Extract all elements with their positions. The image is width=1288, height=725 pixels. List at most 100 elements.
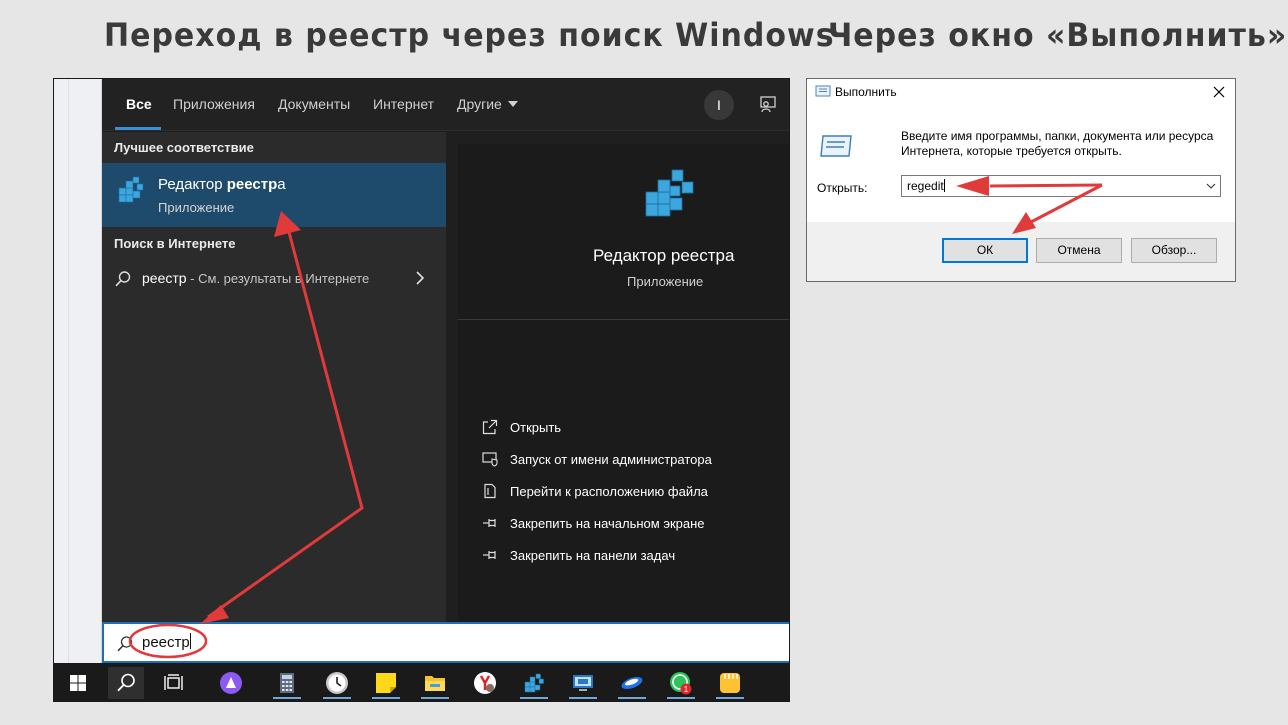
pin-icon bbox=[483, 551, 496, 559]
caret-down-icon bbox=[507, 101, 518, 107]
taskbar-remote-desktop[interactable] bbox=[565, 667, 601, 699]
run-command-input[interactable]: regedit bbox=[901, 175, 1221, 197]
tab-documents[interactable]: Документы bbox=[278, 96, 350, 112]
detail-subtitle: Приложение bbox=[627, 274, 704, 289]
taskbar-notes-app[interactable] bbox=[712, 667, 748, 699]
best-match-header: Лучшее соответствие bbox=[114, 140, 254, 155]
windows-search-screenshot: Все Приложения Документы Интернет Другие… bbox=[53, 78, 790, 702]
remote-desktop-icon bbox=[573, 675, 593, 691]
action-file-location[interactable]: Перейти к расположению файла bbox=[482, 480, 782, 504]
task-view-button[interactable] bbox=[156, 667, 192, 699]
run-footer: ОК Отмена Обзор... bbox=[807, 222, 1235, 281]
calculator-icon bbox=[280, 673, 294, 693]
action-pin-start[interactable]: Закрепить на начальном экране bbox=[482, 512, 782, 536]
text-cursor bbox=[943, 179, 945, 192]
taskbar-alice[interactable] bbox=[213, 667, 249, 699]
run-program-icon bbox=[820, 135, 852, 157]
running-indicator bbox=[569, 697, 597, 699]
regedit-large-icon bbox=[645, 169, 694, 217]
notes-app-icon bbox=[720, 673, 740, 693]
search-tabs-bar: Все Приложения Документы Интернет Другие… bbox=[102, 79, 789, 131]
app-icon bbox=[621, 676, 643, 690]
taskbar-sticky-notes[interactable] bbox=[368, 667, 404, 699]
ok-button[interactable]: ОК bbox=[942, 238, 1028, 263]
start-icon bbox=[70, 675, 86, 691]
search-icon bbox=[117, 636, 133, 652]
notification-badge: 1 bbox=[684, 685, 689, 694]
avatar[interactable]: I bbox=[704, 90, 734, 120]
chevron-down-icon[interactable] bbox=[1206, 182, 1216, 190]
start-button[interactable] bbox=[60, 667, 96, 699]
heading-run-dialog: Через окно «Выполнить» bbox=[828, 16, 1288, 55]
sticky-notes-icon bbox=[376, 673, 396, 693]
background-window-edge bbox=[54, 79, 102, 663]
pin-icon bbox=[483, 519, 496, 527]
open-icon bbox=[482, 419, 498, 435]
tab-internet[interactable]: Интернет bbox=[373, 96, 434, 112]
action-pin-taskbar[interactable]: Закрепить на панели задач bbox=[482, 544, 782, 568]
taskbar-yandex-browser[interactable] bbox=[467, 667, 503, 699]
run-open-label: Открыть: bbox=[817, 181, 868, 195]
regedit-icon bbox=[524, 673, 544, 693]
taskbar-file-explorer[interactable] bbox=[417, 667, 453, 699]
action-run-as-admin[interactable]: Запуск от имени администратора bbox=[482, 448, 782, 472]
best-match-title: Редактор реестра bbox=[158, 176, 286, 193]
alice-icon bbox=[220, 672, 242, 694]
task-view-icon bbox=[164, 674, 183, 690]
run-title: Выполнить bbox=[835, 85, 897, 99]
taskbar-whatsapp[interactable]: 1 bbox=[663, 667, 699, 699]
web-result-text: реестр - См. результаты в Интернете bbox=[142, 270, 370, 286]
action-open[interactable]: Открыть bbox=[482, 416, 782, 440]
best-match-subtitle: Приложение bbox=[158, 200, 235, 215]
active-tab-indicator bbox=[115, 127, 161, 130]
search-panel: Все Приложения Документы Интернет Другие… bbox=[102, 79, 789, 663]
running-indicator bbox=[520, 697, 548, 699]
search-input[interactable]: реестр bbox=[102, 622, 789, 663]
tab-all[interactable]: Все bbox=[126, 96, 152, 112]
browse-button[interactable]: Обзор... bbox=[1131, 238, 1217, 263]
taskbar-calculator[interactable] bbox=[269, 667, 305, 699]
web-search-result[interactable]: реестр - См. результаты в Интернете bbox=[102, 265, 446, 295]
detail-pane: Редактор реестра Приложение Открыть Запу… bbox=[458, 144, 789, 663]
text-cursor bbox=[189, 633, 191, 649]
close-icon[interactable] bbox=[1211, 84, 1227, 100]
search-query: реестр bbox=[142, 633, 191, 651]
search-icon bbox=[115, 271, 131, 287]
feedback-icon[interactable] bbox=[758, 95, 778, 115]
whatsapp-icon: 1 bbox=[670, 672, 692, 695]
running-indicator bbox=[618, 697, 646, 699]
tab-more[interactable]: Другие bbox=[457, 96, 518, 112]
yandex-browser-icon bbox=[474, 672, 496, 694]
file-location-icon bbox=[484, 483, 496, 499]
detail-header: Редактор реестра Приложение bbox=[458, 144, 789, 320]
run-body: Введите имя программы, папки, документа … bbox=[807, 105, 1235, 222]
heading-windows-search: Переход в реестр через поиск Windows bbox=[104, 16, 835, 55]
run-dialog: Выполнить Введите имя программы, папки, … bbox=[806, 78, 1236, 282]
web-search-header: Поиск в Интернете bbox=[114, 236, 236, 251]
best-match-item[interactable]: Редактор реестра Приложение bbox=[102, 163, 446, 227]
running-indicator bbox=[421, 697, 449, 699]
shield-icon bbox=[482, 452, 498, 467]
running-indicator bbox=[273, 697, 301, 699]
running-indicator bbox=[716, 697, 744, 699]
run-icon bbox=[815, 85, 831, 97]
running-indicator bbox=[323, 697, 351, 699]
running-indicator bbox=[372, 697, 400, 699]
taskbar-clock[interactable] bbox=[319, 667, 355, 699]
cancel-button[interactable]: Отмена bbox=[1036, 238, 1122, 263]
chevron-right-icon bbox=[416, 271, 425, 285]
results-list: Лучшее соответствие Редактор реестра При… bbox=[102, 132, 446, 663]
taskbar-app[interactable] bbox=[614, 667, 650, 699]
running-indicator bbox=[667, 697, 695, 699]
clock-icon bbox=[326, 672, 348, 694]
run-command-value: regedit bbox=[907, 179, 945, 193]
taskbar-regedit[interactable] bbox=[516, 667, 552, 699]
tab-apps[interactable]: Приложения bbox=[173, 96, 255, 112]
search-icon bbox=[117, 673, 135, 692]
run-description: Введите имя программы, папки, документа … bbox=[901, 129, 1214, 158]
taskbar: 1 bbox=[54, 663, 789, 701]
file-explorer-icon bbox=[425, 676, 445, 691]
taskbar-search-button[interactable] bbox=[108, 667, 144, 699]
regedit-icon bbox=[118, 176, 144, 203]
run-titlebar: Выполнить bbox=[807, 79, 1235, 105]
